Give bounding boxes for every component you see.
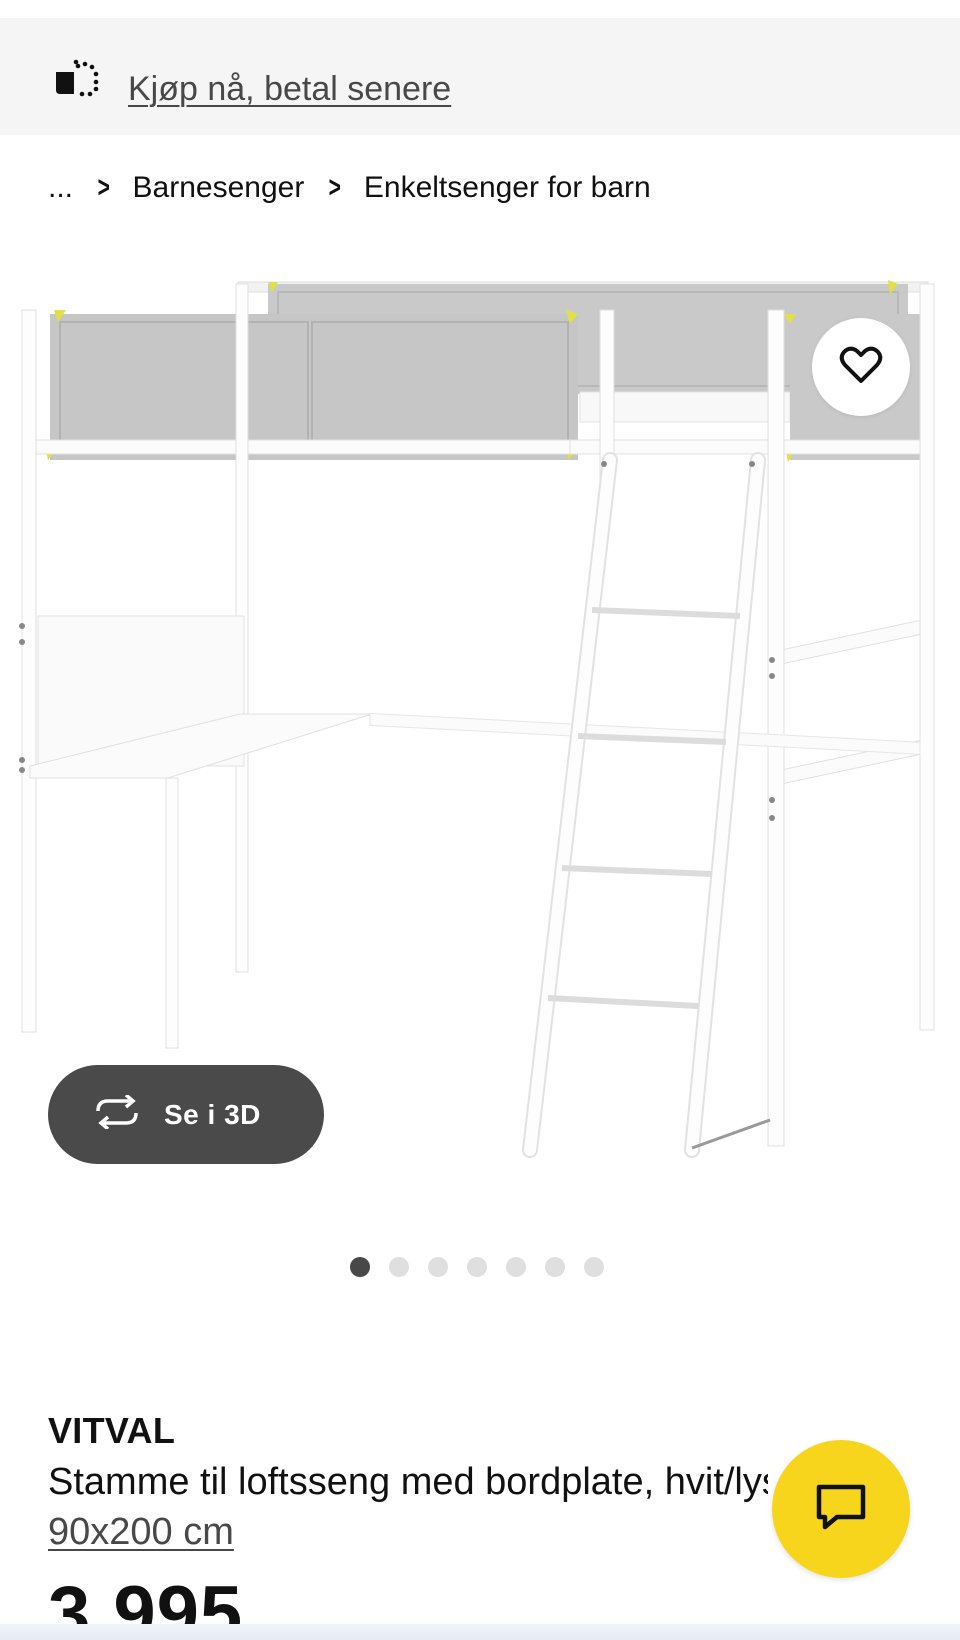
carousel-dot-5[interactable] [506, 1257, 526, 1277]
breadcrumb-ellipsis[interactable]: ... [48, 171, 73, 205]
image-carousel-dots [350, 1257, 604, 1277]
chat-button[interactable] [772, 1440, 910, 1578]
bottom-edge [0, 1624, 960, 1640]
product-description-text: Stamme til loftsseng med bordplate, hvit… [48, 1461, 768, 1503]
chevron-right-icon: > [328, 171, 342, 204]
view-in-3d-label: Se i 3D [164, 1098, 261, 1130]
breadcrumb: ... > Barnesenger > Enkeltsenger for bar… [48, 168, 651, 208]
carousel-dot-1[interactable] [350, 1257, 370, 1277]
carousel-dot-2[interactable] [389, 1257, 409, 1277]
buy-now-pay-later-link[interactable]: Kjøp nå, betal senere [128, 70, 451, 109]
promo-bar: Kjøp nå, betal senere [0, 18, 960, 135]
product-description: Stamme til loftsseng med bordplate, hvit… [48, 1457, 768, 1557]
carousel-dot-3[interactable] [428, 1257, 448, 1277]
view-in-3d-button[interactable]: Se i 3D [48, 1065, 324, 1164]
breadcrumb-item-barnesenger[interactable]: Barnesenger [133, 171, 305, 205]
heart-icon [839, 345, 883, 390]
chevron-right-icon: > [97, 171, 110, 204]
carousel-dot-6[interactable] [545, 1257, 565, 1277]
product-size-link[interactable]: 90x200 cm [48, 1511, 234, 1553]
buy-now-pay-later-icon [52, 58, 102, 98]
product-name: VITVAL [48, 1410, 176, 1451]
carousel-dot-7[interactable] [584, 1257, 604, 1277]
breadcrumb-item-enkeltsenger[interactable]: Enkeltsenger for barn [364, 171, 651, 205]
favorite-button[interactable] [812, 318, 910, 416]
rotate-icon [92, 1093, 142, 1134]
carousel-dot-4[interactable] [467, 1257, 487, 1277]
chat-bubble-icon [815, 1483, 867, 1536]
